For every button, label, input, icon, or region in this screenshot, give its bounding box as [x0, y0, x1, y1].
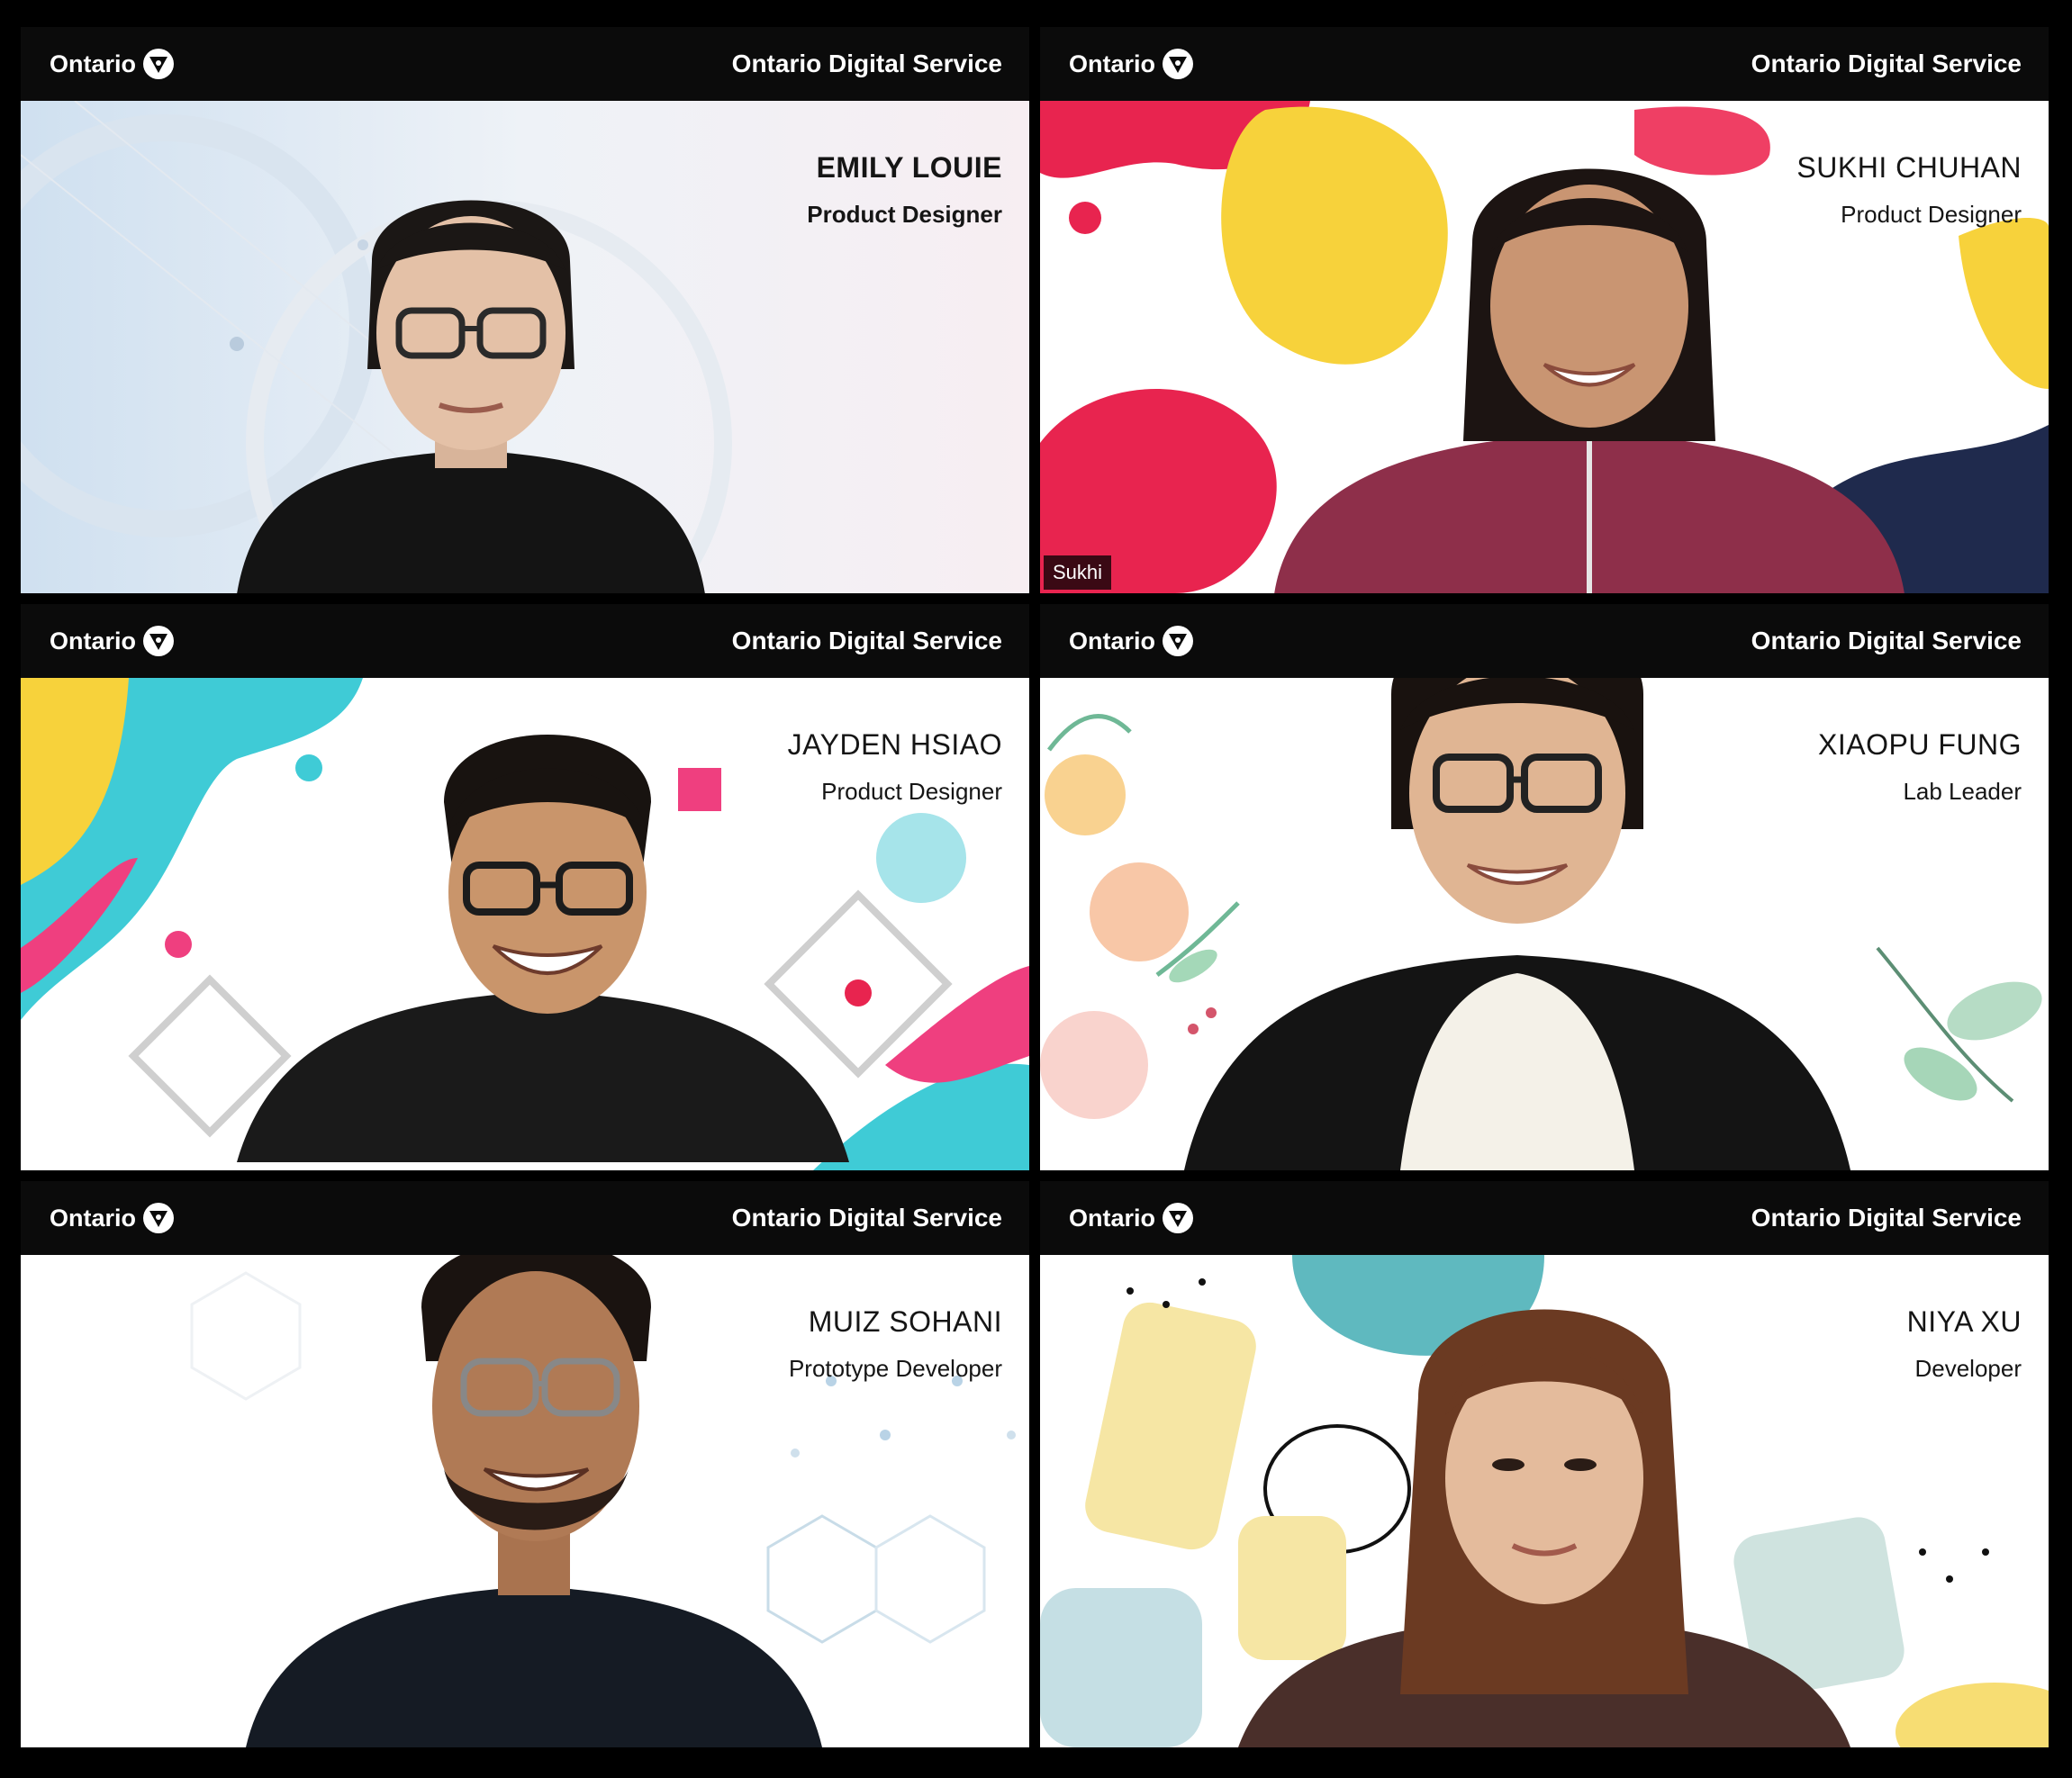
- video-tile-niya[interactable]: Ontario Ontario Digital Service NIYA XU …: [1040, 1181, 2049, 1747]
- participant-video-xiaopu: [1166, 604, 1868, 1170]
- service-label: Ontario Digital Service: [731, 627, 1002, 654]
- tile-header: Ontario Ontario Digital Service: [21, 604, 1029, 678]
- service-label: Ontario Digital Service: [1751, 627, 2022, 654]
- brand-text: Ontario: [1069, 50, 1156, 77]
- participant-role: Product Designer: [807, 201, 1002, 228]
- brand-text: Ontario: [50, 1204, 137, 1232]
- brand-text: Ontario: [1069, 1204, 1156, 1232]
- ontario-brand: Ontario: [50, 1203, 175, 1233]
- participant-name: JAYDEN HSIAO: [787, 728, 1002, 761]
- trillium-logo-icon: [1163, 626, 1194, 656]
- trillium-logo-icon: [143, 1203, 175, 1233]
- participant-role: Lab Leader: [1903, 778, 2022, 805]
- trillium-logo-icon: [143, 626, 175, 656]
- participant-name: EMILY LOUIE: [816, 151, 1002, 184]
- service-label: Ontario Digital Service: [1751, 50, 2022, 77]
- video-tile-emily[interactable]: Ontario Ontario Digital Service EMILY LO…: [21, 27, 1029, 593]
- ontario-brand: Ontario: [1069, 49, 1194, 79]
- video-tile-muiz[interactable]: Ontario Ontario Digital Service MUIZ SOH…: [21, 1181, 1029, 1747]
- name-caption: XIAOPU FUNG Lab Leader: [1818, 728, 2022, 806]
- tile-header: Ontario Ontario Digital Service: [21, 1181, 1029, 1255]
- participant-video-emily: [219, 162, 723, 593]
- participant-video-muiz: [228, 1208, 840, 1747]
- name-caption: JAYDEN HSIAO Product Designer: [788, 728, 1002, 806]
- brand-text: Ontario: [1069, 627, 1156, 654]
- trillium-logo-icon: [1163, 1203, 1194, 1233]
- participant-name: MUIZ SOHANI: [808, 1305, 1002, 1338]
- participant-name-tag: Sukhi: [1044, 555, 1112, 590]
- name-caption: MUIZ SOHANI Prototype Developer: [789, 1305, 1002, 1383]
- video-grid: Ontario Ontario Digital Service EMILY LO…: [0, 0, 2072, 1778]
- participant-video-jayden: [219, 694, 867, 1162]
- brand-text: Ontario: [50, 627, 137, 654]
- service-label: Ontario Digital Service: [731, 50, 1002, 77]
- video-tile-sukhi[interactable]: Ontario Ontario Digital Service SUKHI CH…: [1040, 27, 2049, 593]
- participant-name: NIYA XU: [1906, 1305, 2022, 1338]
- participant-role: Developer: [1914, 1355, 2022, 1382]
- video-tile-jayden[interactable]: Ontario Ontario Digital Service JAYDEN H…: [21, 604, 1029, 1170]
- name-caption: EMILY LOUIE Product Designer: [807, 151, 1002, 229]
- participant-role: Prototype Developer: [788, 1355, 1002, 1382]
- ontario-brand: Ontario: [1069, 1203, 1194, 1233]
- tile-header: Ontario Ontario Digital Service: [1040, 1181, 2049, 1255]
- name-caption: NIYA XU Developer: [1907, 1305, 2022, 1383]
- service-label: Ontario Digital Service: [731, 1204, 1002, 1232]
- video-tile-xiaopu[interactable]: Ontario Ontario Digital Service XIAOPU F…: [1040, 604, 2049, 1170]
- participant-name: XIAOPU FUNG: [1818, 728, 2022, 761]
- tile-header: Ontario Ontario Digital Service: [1040, 27, 2049, 101]
- brand-text: Ontario: [50, 50, 137, 77]
- participant-role: Product Designer: [821, 778, 1002, 805]
- participant-role: Product Designer: [1841, 201, 2022, 228]
- tile-header: Ontario Ontario Digital Service: [1040, 604, 2049, 678]
- tile-header: Ontario Ontario Digital Service: [21, 27, 1029, 101]
- service-label: Ontario Digital Service: [1751, 1204, 2022, 1232]
- ontario-brand: Ontario: [50, 49, 175, 79]
- name-caption: SUKHI CHUHAN Product Designer: [1796, 151, 2022, 229]
- trillium-logo-icon: [143, 49, 175, 79]
- participant-video-niya: [1220, 1271, 1868, 1747]
- ontario-brand: Ontario: [50, 626, 175, 656]
- participant-name: SUKHI CHUHAN: [1796, 151, 2022, 184]
- ontario-brand: Ontario: [1069, 626, 1194, 656]
- trillium-logo-icon: [1163, 49, 1194, 79]
